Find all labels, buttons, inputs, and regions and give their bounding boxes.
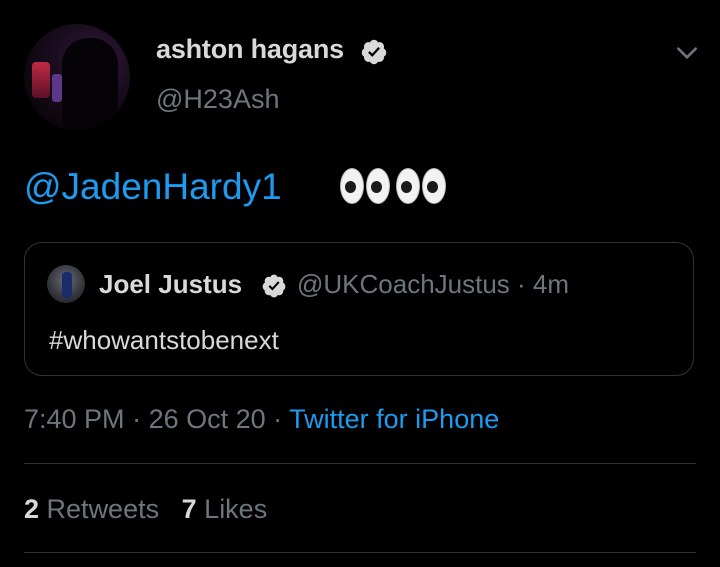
- chevron-down-icon[interactable]: [674, 40, 700, 66]
- avatar-light-2: [52, 74, 62, 102]
- tweet-mention-link[interactable]: @JadenHardy1: [24, 166, 282, 208]
- quoted-author-name: Joel Justus: [99, 269, 243, 299]
- retweets-count: 2: [24, 494, 40, 524]
- meta-separator: ·: [265, 404, 290, 434]
- tweet-stats: 2 Retweets 7 Likes: [24, 494, 267, 525]
- tweet-meta: 7:40 PM · 26 Oct 20 · Twitter for iPhone: [24, 404, 499, 435]
- quoted-separator: ·: [509, 269, 533, 299]
- avatar-light: [32, 62, 50, 98]
- quoted-text: #whowantstobenext: [49, 325, 279, 355]
- eyes-emoji-2: [396, 168, 446, 204]
- likes-count: 7: [181, 494, 197, 524]
- author-avatar[interactable]: [24, 24, 130, 130]
- tweet-date[interactable]: 26 Oct 20: [149, 404, 266, 434]
- retweets-label: Retweets: [46, 494, 160, 524]
- author-handle[interactable]: @H23Ash: [156, 84, 279, 115]
- quoted-handle: @UKCoachJustus: [297, 269, 510, 299]
- quoted-meta: @UKCoachJustus · 4m: [297, 269, 569, 300]
- retweets-stat[interactable]: 2 Retweets: [24, 494, 159, 524]
- tweet-time[interactable]: 7:40 PM: [24, 404, 125, 434]
- verified-badge-icon: [361, 39, 387, 65]
- author-name[interactable]: ashton hagans: [156, 34, 344, 65]
- tweet-source-link[interactable]: Twitter for iPhone: [289, 404, 499, 434]
- quoted-tweet[interactable]: Joel Justus @UKCoachJustus · 4m #whowant…: [24, 242, 694, 376]
- likes-label: Likes: [204, 494, 268, 524]
- avatar-figure: [62, 38, 118, 130]
- quoted-author-avatar: [47, 265, 85, 303]
- quoted-age: 4m: [532, 269, 570, 299]
- verified-badge-icon: [262, 274, 286, 298]
- eyes-emoji: [340, 168, 446, 204]
- eyes-emoji-1: [340, 168, 390, 204]
- likes-stat[interactable]: 7 Likes: [182, 494, 268, 524]
- divider: [24, 463, 696, 464]
- meta-separator: ·: [124, 404, 149, 434]
- divider: [24, 552, 696, 553]
